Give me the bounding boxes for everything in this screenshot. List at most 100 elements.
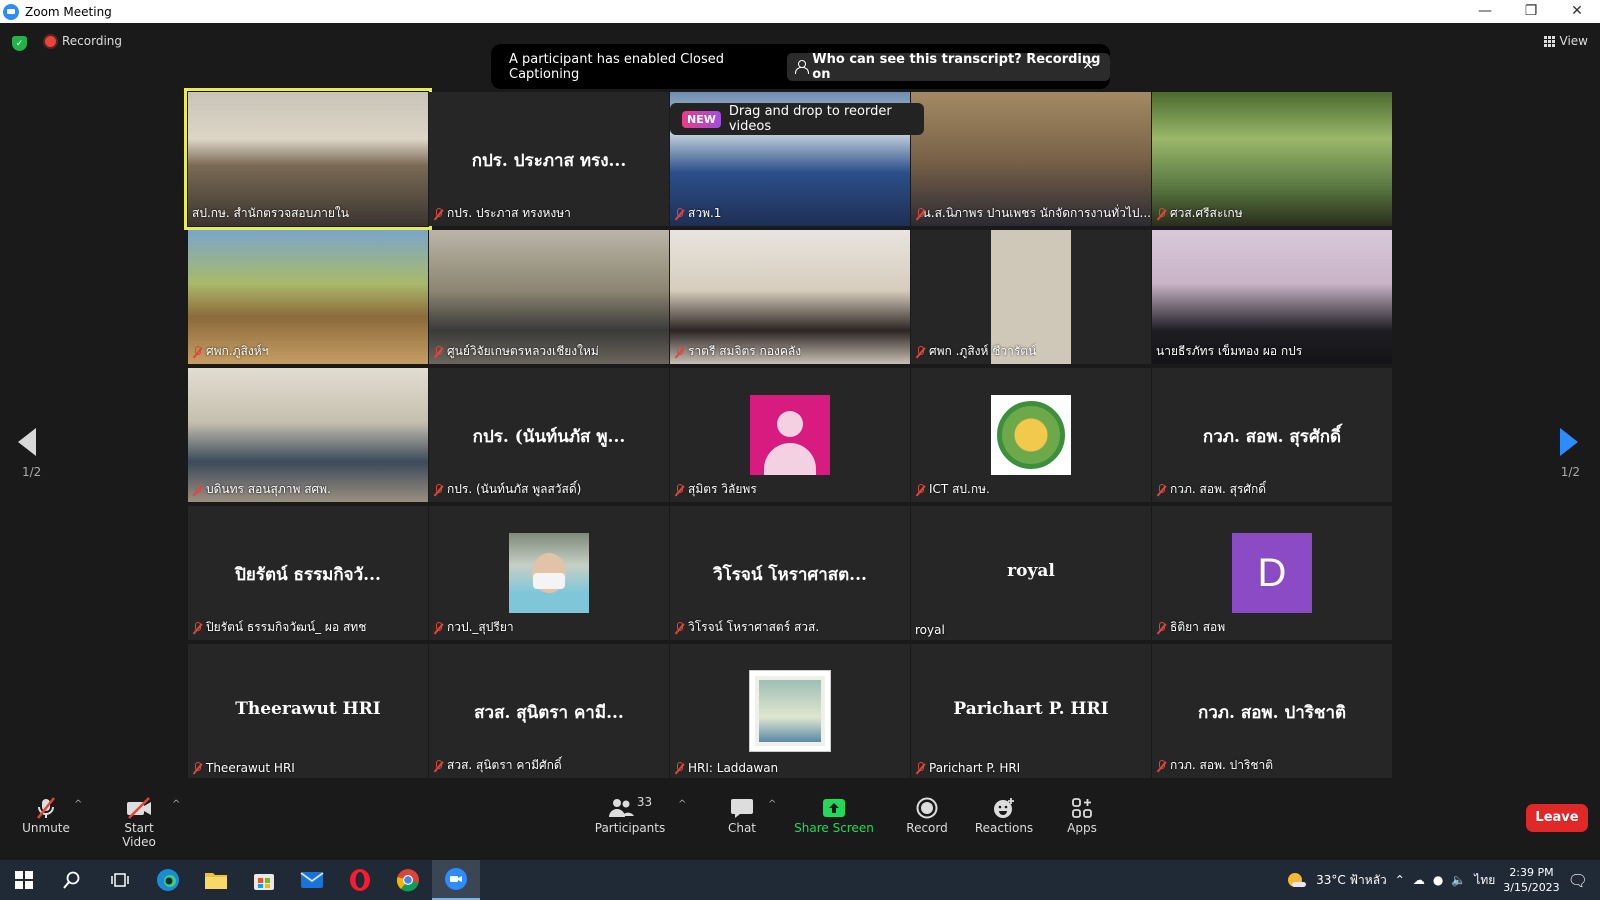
participant-tile[interactable]: กวภ. สอพ. สุรศักดิ์ กวภ. สอพ. สุรศักดิ์ [1152, 368, 1392, 502]
system-tray: 33°C ฟ้าหลัว ⌃ ☁ ● 🔈 ไทย 2:39 PM 3/15/20… [1286, 860, 1600, 900]
participant-name: Parichart P. HRI [929, 761, 1021, 775]
participant-name: ศวส.ศรีสะเกษ [1170, 206, 1243, 220]
participant-tile[interactable]: น.ส.นิภาพร ปานเพชร นักจัดการงานทั่วไป... [911, 92, 1151, 226]
participants-button[interactable]: 33 Participants [594, 795, 666, 835]
chat-chevron-icon[interactable]: ^ [768, 799, 776, 810]
chrome-browser-icon[interactable] [384, 860, 432, 900]
participant-name: ICT สป.กษ. [929, 482, 990, 496]
chat-button[interactable]: Chat [724, 795, 760, 835]
participant-tile[interactable]: นายธีรภัทร เข็มทอง ผอ กปร [1152, 230, 1392, 364]
recording-indicator[interactable]: Recording [45, 34, 122, 48]
microsoft-store-icon[interactable] [240, 860, 288, 900]
video-options-chevron-icon[interactable]: ^ [172, 799, 180, 810]
unmute-button[interactable]: Unmute [18, 795, 74, 835]
prev-page-icon[interactable] [18, 428, 38, 456]
close-window-button[interactable]: ✕ [1554, 0, 1600, 23]
mic-muted-icon [674, 483, 684, 496]
next-page-icon[interactable] [1560, 428, 1580, 456]
mic-muted-icon [192, 345, 202, 358]
mic-muted-icon [192, 762, 202, 774]
search-icon[interactable] [48, 860, 96, 900]
participant-label: ICT สป.กษ. [915, 480, 990, 499]
zoom-taskbar-icon[interactable] [432, 860, 480, 900]
participant-name: HRI: Laddawan [688, 761, 779, 775]
network-icon[interactable]: ☁ [1413, 873, 1425, 887]
recording-label: Recording [62, 34, 123, 48]
share-screen-label: Share Screen [794, 821, 874, 835]
view-label: View [1559, 34, 1588, 48]
close-banner-icon[interactable]: × [1082, 57, 1094, 73]
participant-tile[interactable]: ศวส.ศรีสะเกษ [1152, 92, 1392, 226]
share-screen-button[interactable]: Share Screen [794, 795, 874, 835]
apps-icon [1064, 795, 1100, 821]
participant-label: ศพก .ภูสิงห์ ชีวารัตน์ [915, 342, 1036, 361]
participant-tile[interactable]: ICT สป.กษ. [911, 368, 1151, 502]
weather-text[interactable]: 33°C ฟ้าหลัว [1316, 871, 1387, 890]
participant-label: Theerawut HRI [192, 761, 295, 775]
reactions-button[interactable]: Reactions [974, 795, 1034, 835]
participant-tile[interactable]: ศูนย์วิจัยเกษตรหลวงเชียงใหม่ [429, 230, 669, 364]
participant-tile[interactable]: Parichart P. HRI Parichart P. HRI [911, 644, 1151, 778]
cc-message: A participant has enabled Closed Caption… [509, 51, 724, 82]
participant-tile[interactable]: ปิยรัตน์ ธรรมกิจวั... ปิยรัตน์ ธรรมกิจวัฒ… [188, 506, 428, 640]
participant-tile[interactable]: ราตรี สมจิตร กองคลัง [670, 230, 910, 364]
participant-tile[interactable]: กวภ. สอพ. ปาริชาติ กวภ. สอพ. ปาริชาติ [1152, 644, 1392, 778]
page-indicator-right: 1/2 [1560, 465, 1580, 479]
reactions-icon [974, 795, 1034, 821]
window-title: Zoom Meeting [25, 4, 112, 19]
participant-tile[interactable]: HRI: Laddawan [670, 644, 910, 778]
participant-tile[interactable]: สวส. สุนิตรา คามี... สวส. สุนิตรา คามีศัก… [429, 644, 669, 778]
participant-tile[interactable]: ศพก.ภูสิงห์ฯ [188, 230, 428, 364]
participant-tile[interactable]: สุมิตร วิลัยพร [670, 368, 910, 502]
record-button[interactable]: Record [902, 795, 952, 835]
edge-browser-icon[interactable] [144, 860, 192, 900]
grid-view-icon [1543, 35, 1555, 47]
minimize-button[interactable]: — [1462, 0, 1508, 23]
participant-tile[interactable]: กปร. (นันท์นภัส พู... กปร. (นันท์นภัส พูล… [429, 368, 669, 502]
participant-label: น.ส.นิภาพร ปานเพชร นักจัดการงานทั่วไป... [915, 204, 1151, 223]
participant-tile[interactable]: D ธิติยา สอพ [1152, 506, 1392, 640]
restore-button[interactable]: ❐ [1508, 0, 1554, 23]
participant-name: สวพ.1 [688, 206, 722, 220]
meeting-toolbar: Unmute ^ Start Video ^ 33 Participants ^… [0, 787, 1600, 860]
mic-muted-icon [192, 483, 202, 496]
participant-name: สวส. สุนิตรา คามีศักดิ์ [447, 758, 562, 772]
participant-tile[interactable]: Theerawut HRI Theerawut HRI [188, 644, 428, 778]
participant-label: สวส. สุนิตรา คามีศักดิ์ [433, 756, 562, 775]
participant-tile[interactable]: royal royal [911, 506, 1151, 640]
window-titlebar: Zoom Meeting — ❐ ✕ [0, 0, 1600, 23]
participant-label: Parichart P. HRI [915, 761, 1020, 775]
microphone-icon[interactable]: ● [1433, 873, 1443, 887]
notifications-icon[interactable]: 🗨 [1568, 871, 1588, 890]
task-view-icon[interactable] [96, 860, 144, 900]
participant-label: กวภ. สอพ. ปาริชาติ [1156, 756, 1273, 775]
participant-name: กวป._สุปรียา [447, 620, 514, 634]
tray-chevron-icon[interactable]: ⌃ [1395, 873, 1405, 887]
participant-name: ปิยรัตน์ ธรรมกิจวัฒน์_ ผอ สทช [206, 620, 367, 634]
participant-name: กวภ. สอพ. สุรศักดิ์ [1170, 482, 1267, 496]
participant-tile[interactable]: บดินทร สอนสุภาพ สศพ. [188, 368, 428, 502]
encryption-shield-icon[interactable]: ✓ [12, 36, 27, 51]
participant-label: ศูนย์วิจัยเกษตรหลวงเชียงใหม่ [433, 342, 599, 361]
file-explorer-icon[interactable] [192, 860, 240, 900]
volume-icon[interactable]: 🔈 [1451, 873, 1466, 887]
transcript-visibility-button[interactable]: Who can see this transcript? Recording o… [787, 52, 1110, 82]
opera-browser-icon[interactable] [336, 860, 384, 900]
reorder-tip-text: Drag and drop to reorder videos [728, 104, 892, 134]
view-button[interactable]: View [1543, 34, 1588, 48]
participant-tile[interactable]: กปร. ประภาส ทรง... กปร. ประภาส ทรงหงษา [429, 92, 669, 226]
participant-tile[interactable]: สป.กษ. สำนักตรวจสอบภายใน [184, 88, 432, 230]
language-indicator[interactable]: ไทย [1474, 871, 1495, 890]
mic-muted-icon [433, 483, 443, 496]
audio-options-chevron-icon[interactable]: ^ [74, 799, 82, 810]
start-video-button[interactable]: Start Video [106, 795, 172, 849]
clock[interactable]: 2:39 PM 3/15/2023 [1503, 865, 1559, 895]
mail-icon[interactable] [288, 860, 336, 900]
leave-button[interactable]: Leave [1526, 804, 1588, 832]
participants-chevron-icon[interactable]: ^ [678, 799, 686, 810]
participant-tile[interactable]: วิโรจน์ โหราศาสต... วิโรจน์ โหราศาสตร์ สว… [670, 506, 910, 640]
participant-tile[interactable]: กวป._สุปรียา [429, 506, 669, 640]
participant-tile[interactable]: ศพก .ภูสิงห์ ชีวารัตน์ [911, 230, 1151, 364]
windows-start-icon[interactable] [0, 860, 48, 900]
apps-button[interactable]: Apps [1064, 795, 1100, 835]
